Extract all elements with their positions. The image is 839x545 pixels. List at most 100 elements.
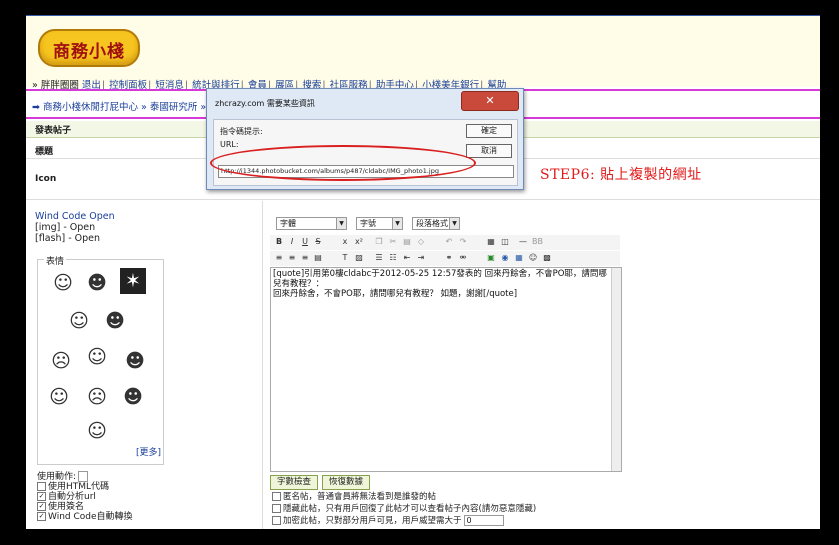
- count-check-button[interactable]: 字數檢查: [270, 475, 318, 490]
- close-button[interactable]: ✕: [461, 91, 519, 111]
- step-annotation: STEP6: 貼上複製的網址: [540, 167, 702, 183]
- font-select-value: 字體: [280, 219, 296, 228]
- media-icon[interactable]: ▦: [514, 253, 524, 263]
- format-toolbar-2: ≡ ≡ ≡ ▤ T ▨ ☰ ☷ ⇤ ⇥ ⚭ ⚮ ▣ ◉ ▦ ☺ ▩: [270, 251, 620, 266]
- align-right-icon[interactable]: ≡: [300, 253, 310, 263]
- smiley-icon[interactable]: ☻: [122, 348, 148, 374]
- option-label: 使用HTML代碼: [48, 482, 110, 492]
- smiley-icon[interactable]: ☺: [84, 418, 110, 444]
- smilies-panel: 表情 ☺ ☻ ✶ ☺ ☻ ☹ ☺ ☻ ☺ ☹ ☻ ☺ [更多]: [37, 254, 164, 465]
- image-icon[interactable]: ▣: [486, 253, 496, 263]
- superscript-icon[interactable]: x²: [354, 237, 364, 247]
- cut-icon[interactable]: ✂: [388, 237, 398, 247]
- screenshot-frame: { "logo": {"text": "商務小棧"}, "nav": { "us…: [0, 0, 839, 545]
- text-color-icon[interactable]: T: [340, 253, 350, 263]
- smilies-label: 表情: [44, 254, 67, 267]
- hide-label: 隱藏此帖，只有用戶回復了此帖才可以查看帖子內容(請勿惡意隱藏): [283, 504, 537, 514]
- option-label: Wind Code自動轉換: [48, 512, 133, 522]
- italic-icon[interactable]: I: [287, 237, 297, 247]
- post-editor: 字體 ▼ 字號 ▼ 段落格式 ▼ B I U S x x² ❐ ✂ ▤ ◇ ↶ ↷ ▦…: [270, 215, 622, 472]
- source-icon[interactable]: BB: [532, 237, 543, 247]
- background-color-icon[interactable]: ▨: [354, 253, 364, 263]
- code-icon[interactable]: ▩: [542, 253, 552, 263]
- smiley-icon[interactable]: ☺: [66, 308, 92, 334]
- align-left-icon[interactable]: ≡: [274, 253, 284, 263]
- font-size-select[interactable]: 字號 ▼: [356, 217, 403, 230]
- cancel-button[interactable]: 取消: [466, 144, 512, 158]
- smiley-icon[interactable]: ☹: [84, 384, 110, 410]
- post-content-textarea[interactable]: [quote]引用第0樓cldabc于2012-05-25 12:57發表的 回…: [270, 267, 622, 472]
- unlink-icon[interactable]: ⚮: [458, 253, 468, 263]
- link-icon[interactable]: ⚭: [444, 253, 454, 263]
- smiley-icon[interactable]: ☻: [102, 308, 128, 334]
- option-checkbox[interactable]: ✓: [37, 502, 46, 511]
- wind-code-flash: [flash] - Open: [35, 233, 101, 244]
- font-toolbar: 字體 ▼ 字號 ▼ 段落格式 ▼: [270, 215, 622, 231]
- ok-button[interactable]: 確定: [466, 124, 512, 138]
- bullet-list-icon[interactable]: ☰: [374, 253, 384, 263]
- hide-checkbox[interactable]: [272, 504, 281, 513]
- chevron-down-icon: ▼: [336, 218, 346, 229]
- underline-icon[interactable]: U: [300, 237, 310, 247]
- outdent-icon[interactable]: ⇤: [402, 253, 412, 263]
- indent-icon[interactable]: ⇥: [416, 253, 426, 263]
- bold-icon[interactable]: B: [274, 237, 284, 247]
- smiley-icon[interactable]: ☹: [48, 348, 74, 374]
- post-options: 使用動作: 使用HTML代碼 ✓ 自動分析url ✓ 使用簽名 ✓ Wind Code…: [37, 471, 133, 522]
- use-action-label: 使用動作:: [37, 472, 77, 482]
- emoticon-icon[interactable]: ☺: [528, 253, 538, 263]
- number-list-icon[interactable]: ☷: [388, 253, 398, 263]
- smiley-icon[interactable]: ☻: [84, 270, 110, 296]
- flash-icon[interactable]: ◉: [500, 253, 510, 263]
- wind-code-img: [img] - Open: [35, 222, 96, 233]
- forum-page: 商務小棧 » 胖胖圈圈 退出| 控制面板| 短消息| 統計與排行| 會員| 展區…: [26, 15, 820, 529]
- encrypt-checkbox[interactable]: [272, 516, 281, 525]
- paragraph-format-select[interactable]: 段落格式 ▼: [412, 217, 460, 230]
- option-checkbox[interactable]: [37, 482, 46, 491]
- insert-icon[interactable]: ◫: [500, 237, 510, 247]
- chevron-down-icon: ▼: [392, 218, 402, 229]
- section-title: 發表帖子: [35, 126, 72, 136]
- post-content-text: [quote]引用第0樓cldabc于2012-05-25 12:57發表的 回…: [273, 269, 607, 299]
- url-label: URL:: [220, 140, 239, 149]
- anonymous-checkbox[interactable]: [272, 492, 281, 501]
- erase-icon[interactable]: ◇: [416, 237, 426, 247]
- highlight-ellipse: [210, 145, 476, 181]
- option-label: 自動分析url: [48, 492, 96, 502]
- smiley-icon[interactable]: ✶: [120, 268, 146, 294]
- icon-label: Icon: [35, 174, 57, 184]
- format-select-value: 段落格式: [416, 219, 448, 228]
- wind-code-title[interactable]: Wind Code Open: [35, 211, 115, 222]
- textarea-scrollbar[interactable]: [611, 268, 621, 471]
- anonymous-label: 匿名帖，普通會員將無法看到是誰發的帖: [283, 492, 437, 502]
- paste-icon[interactable]: ▤: [402, 237, 412, 247]
- smiley-icon[interactable]: ☺: [50, 270, 76, 296]
- use-action-select[interactable]: [78, 471, 89, 482]
- restore-data-button[interactable]: 恢復數據: [322, 475, 370, 490]
- chevron-down-icon: ▼: [449, 218, 459, 229]
- prestige-input[interactable]: 0: [463, 515, 504, 526]
- format-toolbar-1: B I U S x x² ❐ ✂ ▤ ◇ ↶ ↷ ▦ ◫ — BB: [270, 235, 620, 250]
- subscript-icon[interactable]: x: [340, 237, 350, 247]
- smiley-icon[interactable]: ☻: [120, 384, 146, 410]
- site-logo[interactable]: 商務小棧: [38, 29, 140, 67]
- size-select-value: 字號: [360, 219, 376, 228]
- more-smilies-link[interactable]: [更多]: [136, 445, 161, 458]
- font-family-select[interactable]: 字體 ▼: [276, 217, 347, 230]
- smiley-icon[interactable]: ☺: [46, 384, 72, 410]
- post-permission-options: 匿名帖，普通會員將無法看到是誰發的帖 隱藏此帖，只有用戶回復了此帖才可以查看帖子…: [272, 491, 536, 527]
- strikethrough-icon[interactable]: S: [313, 237, 323, 247]
- smiley-icon[interactable]: ☺: [84, 344, 110, 370]
- table-icon[interactable]: ▦: [486, 237, 496, 247]
- undo-icon[interactable]: ↶: [444, 237, 454, 247]
- align-center-icon[interactable]: ≡: [287, 253, 297, 263]
- copy-icon[interactable]: ❐: [374, 237, 384, 247]
- hr-icon[interactable]: —: [518, 237, 528, 247]
- justify-icon[interactable]: ▤: [313, 253, 323, 263]
- prompt-label: 指令碼提示:: [220, 127, 263, 136]
- option-checkbox[interactable]: ✓: [37, 492, 46, 501]
- redo-icon[interactable]: ↷: [458, 237, 468, 247]
- encrypt-label: 加密此帖，只對部分用戶可見，用戶威望需大于: [283, 516, 462, 526]
- breadcrumb[interactable]: ➡ 商務小棧休閒打屁中心 » 泰國研究所 » 回: [32, 99, 219, 113]
- option-checkbox[interactable]: ✓: [37, 512, 46, 521]
